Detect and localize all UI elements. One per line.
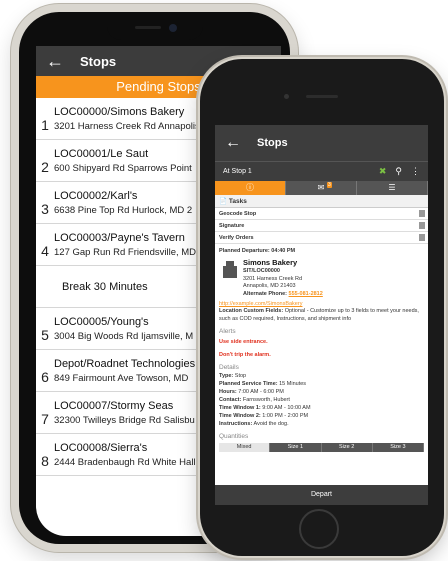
- detail-row: Type: Stop: [219, 373, 247, 379]
- alternate-phone: Alternate Phone: 555-081-2812: [243, 290, 323, 297]
- quantity-size-3[interactable]: Size 3: [372, 443, 424, 452]
- task-item[interactable]: Signature: [215, 220, 428, 232]
- front-phone-screen: ← Stops At Stop 1 ✖ ⚲ ⋮ ⓘ ✉ 3 ☰ 📄 Tasks G…: [215, 125, 428, 505]
- depart-button[interactable]: Depart: [215, 485, 428, 505]
- phone-link[interactable]: 555-081-2812: [289, 291, 323, 297]
- tab-list[interactable]: ☰: [357, 181, 428, 195]
- quantities-bar: Mixed Size 1 Size 2 Size 3: [219, 443, 424, 452]
- stop-detail-header: ← Stops: [215, 125, 428, 161]
- alert-item: Don't trip the alarm.: [219, 352, 271, 358]
- task-status-icon: [419, 222, 425, 229]
- at-stop-label: At Stop 1: [223, 168, 252, 175]
- address-line-2: Annapolis, MD 21403: [243, 283, 296, 289]
- tab-messages[interactable]: ✉ 3: [286, 181, 357, 195]
- task-item[interactable]: Geocode Stop: [215, 208, 428, 220]
- address-line-1: 3201 Harness Creek Rd: [243, 275, 303, 282]
- mail-icon: ✉: [317, 183, 325, 192]
- building-icon: [223, 261, 237, 278]
- task-label: Geocode Stop: [219, 211, 257, 217]
- quantities-heading: Quantities: [219, 433, 249, 440]
- menu-icon[interactable]: ⋮: [411, 166, 420, 177]
- detail-row: Time Window 2: 1:00 PM - 2:00 PM: [219, 413, 309, 419]
- stop-subheader: At Stop 1 ✖ ⚲ ⋮: [215, 161, 428, 181]
- detail-tabs: ⓘ ✉ 3 ☰: [215, 181, 428, 195]
- front-phone: ← Stops At Stop 1 ✖ ⚲ ⋮ ⓘ ✉ 3 ☰ 📄 Tasks G…: [200, 59, 444, 556]
- stop-name: Simons Bakery: [243, 258, 298, 267]
- stop-number: 3: [41, 200, 49, 217]
- task-item[interactable]: Verify Orders: [215, 232, 428, 244]
- stop-number: 4: [41, 242, 49, 259]
- alerts-heading: Alerts: [219, 328, 236, 335]
- detail-row: Contact: Farnsworth, Hubert: [219, 397, 290, 403]
- stop-number: 5: [41, 326, 49, 343]
- home-button[interactable]: [299, 509, 339, 549]
- home-indicator: [99, 540, 211, 544]
- stop-card: Simons Bakery SIT/LOC00000 3201 Harness …: [219, 258, 424, 298]
- task-status-icon: [419, 210, 425, 217]
- task-label: Signature: [219, 223, 245, 229]
- custom-fields: Location Custom Fields: Optional - Custo…: [219, 308, 419, 322]
- quantity-mixed[interactable]: Mixed: [219, 443, 271, 452]
- tab-info[interactable]: ⓘ: [215, 181, 286, 195]
- details-heading: Details: [219, 364, 239, 371]
- message-count-badge: 3: [327, 182, 332, 188]
- stop-number: 1: [41, 116, 49, 133]
- stop-id: SIT/LOC00000: [243, 268, 280, 274]
- detail-row: Time Window 1: 9:00 AM - 10:00 AM: [219, 405, 311, 411]
- detail-row: Instructions: Avoid the dog.: [219, 421, 289, 427]
- marketing-scene: ← Stops Pending Stops 1 LOC00000/Simons …: [0, 0, 448, 561]
- route-icon[interactable]: ✖: [379, 166, 387, 177]
- task-label: Verify Orders: [219, 235, 254, 241]
- tasks-label: Tasks: [228, 198, 247, 205]
- stop-number: 6: [41, 368, 49, 385]
- front-phone-top: [200, 59, 444, 125]
- quantity-size-1[interactable]: Size 1: [270, 443, 322, 452]
- search-icon[interactable]: ⚲: [395, 166, 402, 177]
- planned-departure: Planned Departure: 04:40 PM: [219, 248, 296, 254]
- detail-row: Hours: 7:00 AM - 6:00 PM: [219, 389, 284, 395]
- task-status-icon: [419, 234, 425, 241]
- page-title: Stops: [257, 137, 288, 149]
- stop-number: 2: [41, 158, 49, 175]
- back-arrow-icon[interactable]: ←: [225, 134, 249, 152]
- stop-number: 8: [41, 452, 49, 469]
- stop-number: 7: [41, 410, 49, 427]
- back-phone-notch: [107, 16, 203, 40]
- detail-row: Planned Service Time: 15 Minutes: [219, 381, 307, 387]
- stop-details: Planned Departure: 04:40 PM Simons Baker…: [215, 244, 428, 455]
- camera-icon: [284, 94, 289, 99]
- back-arrow-icon[interactable]: ←: [46, 46, 74, 76]
- tasks-header[interactable]: 📄 Tasks: [215, 195, 428, 208]
- alert-item: Use side entrance.: [219, 339, 268, 345]
- page-title: Stops: [80, 53, 117, 69]
- speaker-icon: [306, 95, 338, 98]
- quantity-size-2[interactable]: Size 2: [321, 443, 373, 452]
